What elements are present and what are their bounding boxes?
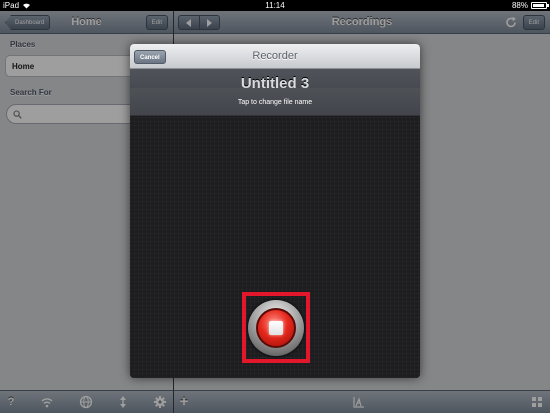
battery-percent: 88% (511, 1, 528, 10)
file-name-hint: Tap to change file name (237, 99, 313, 106)
recorder-titlebar: Cancel Recorder (130, 44, 420, 69)
clock: 11:14 (265, 1, 285, 10)
stop-button-core (256, 307, 296, 348)
status-center: 11:14 (0, 0, 550, 11)
file-name-area[interactable]: Untitled 3 Tap to change file name (130, 69, 420, 116)
stop-icon (269, 320, 283, 335)
battery-icon (531, 2, 549, 9)
stop-record-button[interactable] (248, 298, 304, 357)
file-name[interactable]: Untitled 3 (130, 75, 420, 92)
ipad-screen: iPad 11:14 88% Dashboard Home Edit Place… (0, 0, 550, 413)
recorder-title: Recorder (252, 50, 298, 62)
status-right: 88% (511, 0, 549, 11)
stop-button-ring (248, 299, 304, 356)
status-bar: iPad 11:14 88% (0, 0, 550, 11)
